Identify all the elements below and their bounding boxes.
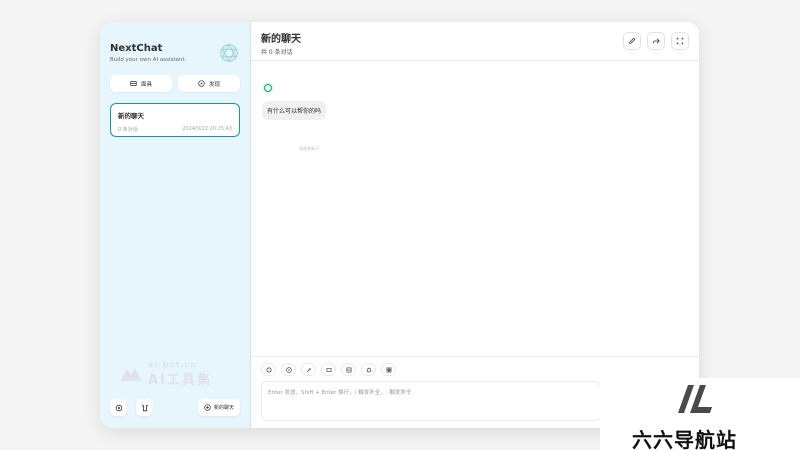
openai-logo-icon [220, 43, 238, 63]
break-icon [346, 367, 351, 372]
app-window: NextChat Build your own AI assistant. 面具… [100, 22, 699, 428]
sidebar: NextChat Build your own AI assistant. 面具… [100, 22, 250, 428]
github-icon [141, 404, 148, 411]
chat-list-item[interactable]: 新的聊天 0 条对话 2024/9/22 20:15:43 [110, 103, 240, 137]
clear-context-button[interactable] [341, 363, 356, 376]
robot-icon [366, 367, 371, 372]
watermark: ai-bot.cn AI工具集 [118, 360, 212, 388]
github-button[interactable] [136, 399, 153, 416]
app-subtitle: Build your own AI assistant. [110, 57, 187, 63]
more-tool-button[interactable] [381, 363, 396, 376]
chat-main: 新的聊天 共 0 条对话 有什么可以帮你的吗 刚刚更新于 Enter 发送，Sh… [250, 22, 699, 428]
grid-icon [386, 367, 391, 372]
watermark-logo-icon [120, 369, 142, 381]
settings-icon [115, 404, 122, 411]
mask-icon [326, 367, 331, 372]
gear-icon [266, 367, 271, 372]
new-chat-label: 新的聊天 [213, 405, 234, 411]
pencil-icon [629, 37, 636, 44]
share-icon [652, 38, 660, 44]
brand: NextChat Build your own AI assistant. [110, 43, 186, 63]
site-logo-mark-icon [678, 385, 712, 413]
chat-item-title: 新的聊天 [118, 112, 144, 120]
prompt-icon [306, 367, 311, 372]
chat-header: 新的聊天 共 0 条对话 [251, 22, 699, 61]
chat-toolbar [261, 363, 396, 376]
chat-item-time: 2024/9/22 20:15:43 [182, 126, 232, 132]
arrow-icon [285, 366, 292, 373]
watermark-line2: AI工具集 [148, 373, 212, 388]
site-logo: 六六导航站 [600, 378, 800, 450]
header-actions [623, 32, 689, 50]
new-chat-button[interactable]: 新的聊天 [197, 399, 240, 416]
sidebar-buttons: 面具 发现 [110, 75, 240, 92]
bot-avatar-icon [262, 82, 274, 94]
settings-button[interactable] [110, 399, 127, 416]
discover-button-label: 发现 [208, 81, 220, 88]
scroll-tool-button[interactable] [281, 363, 296, 376]
app-title: NextChat [110, 43, 163, 54]
chat-input[interactable]: Enter 发送，Shift + Enter 换行，/ 触发补全，: 触发命令 [261, 381, 601, 421]
add-icon [204, 404, 211, 411]
settings-tool-button[interactable] [261, 363, 276, 376]
fullscreen-icon [676, 37, 684, 45]
mask-button-label: 面具 [140, 81, 152, 88]
model-tool-button[interactable] [361, 363, 376, 376]
chat-item-count: 0 条对话 [118, 127, 138, 133]
discover-icon [198, 80, 205, 87]
share-button[interactable] [647, 32, 665, 50]
mask-icon [130, 81, 137, 86]
fullscreen-button[interactable] [671, 32, 689, 50]
message-time: 刚刚更新于 [299, 146, 319, 151]
prompt-tool-button[interactable] [301, 363, 316, 376]
sidebar-footer: 新的聊天 [110, 399, 240, 416]
discover-button[interactable]: 发现 [178, 75, 240, 92]
bot-message: 有什么可以帮你的吗 [262, 101, 327, 120]
watermark-line1: ai-bot.cn [148, 360, 197, 369]
site-name: 六六导航站 [632, 428, 737, 450]
mask-tool-button[interactable] [321, 363, 336, 376]
mask-button[interactable]: 面具 [110, 75, 172, 92]
edit-button[interactable] [623, 32, 641, 50]
